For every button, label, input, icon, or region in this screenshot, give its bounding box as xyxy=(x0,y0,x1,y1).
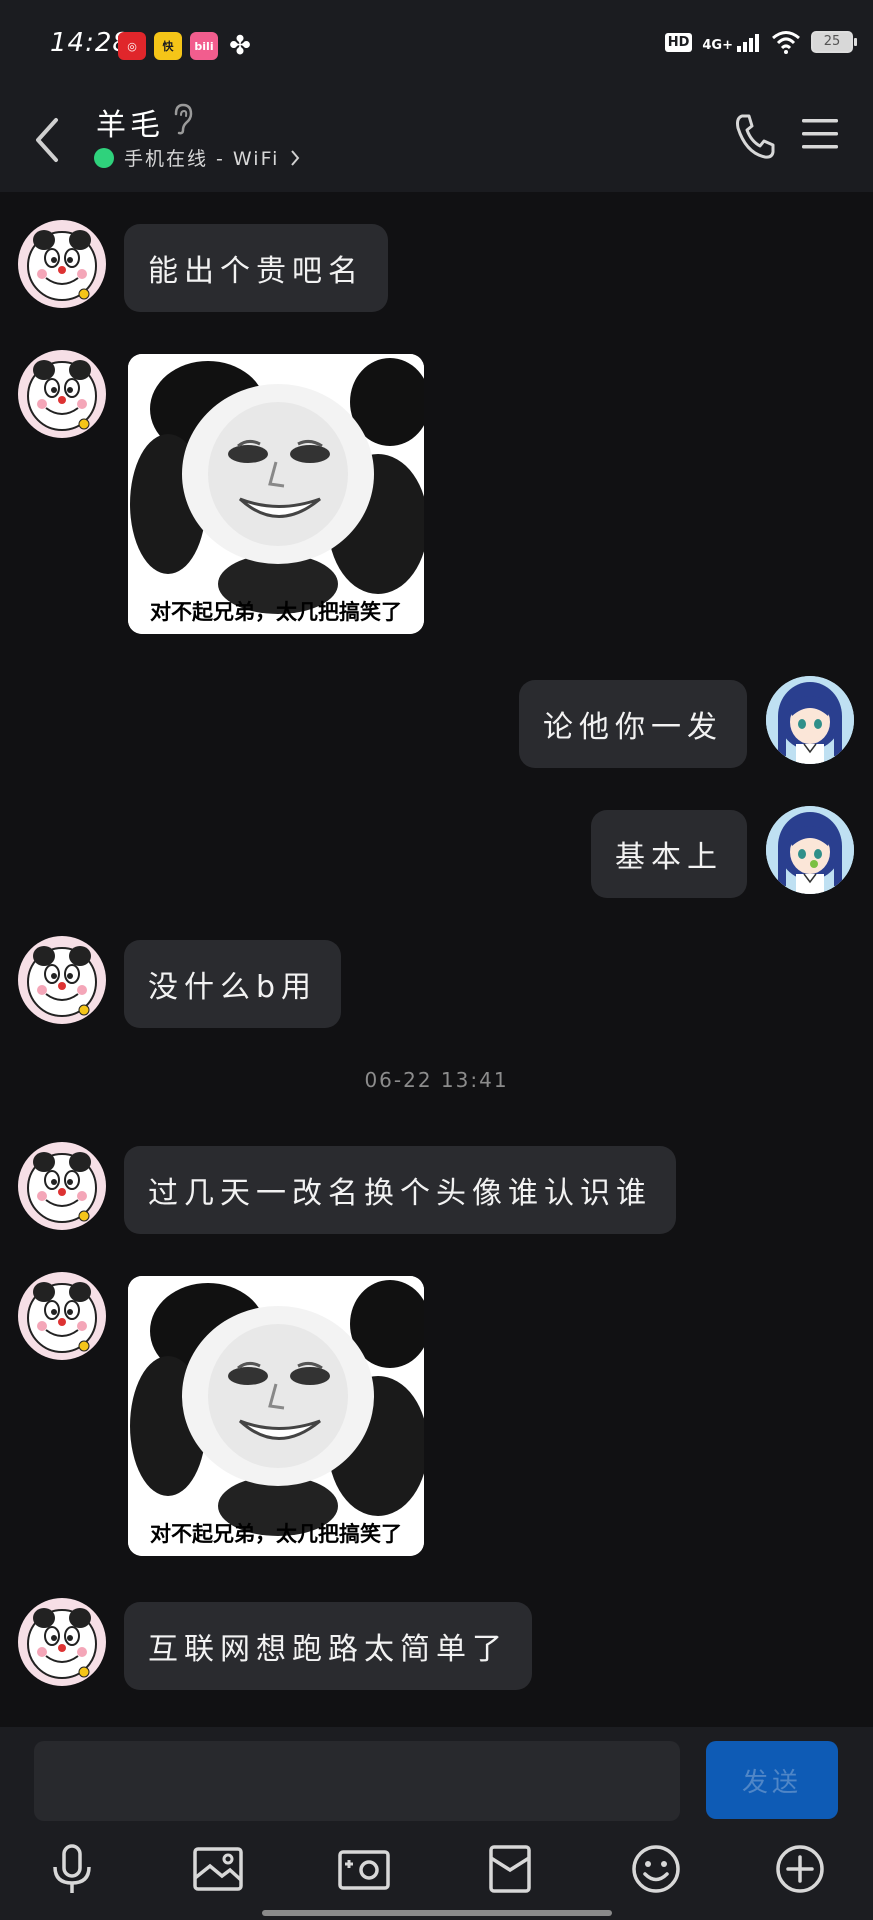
sticker-message[interactable]: 对不起兄弟，太几把搞笑了 xyxy=(128,1276,424,1556)
doraemon-panda-avatar-icon xyxy=(27,1152,97,1223)
pinwheel-app-icon: ✤ xyxy=(226,31,254,61)
message-bubble-incoming[interactable]: 没什么b用 xyxy=(124,940,342,1028)
doraemon-panda-avatar-icon xyxy=(27,1282,97,1353)
contact-avatar[interactable] xyxy=(18,1142,106,1230)
wifi-icon xyxy=(772,31,800,54)
message-bubble-incoming[interactable]: 能出个贵吧名 xyxy=(124,224,388,312)
camera-button[interactable] xyxy=(334,1839,394,1899)
sticker-caption: 对不起兄弟，太几把搞笑了 xyxy=(150,1522,402,1546)
microphone-icon xyxy=(53,1844,91,1893)
contact-name[interactable]: 羊毛 xyxy=(96,100,164,144)
message-bubble-incoming[interactable]: 过几天一改名换个头像谁认识谁 xyxy=(124,1146,676,1234)
contact-avatar[interactable] xyxy=(18,350,106,438)
status-indicators: HD 4G+ 25 xyxy=(664,30,857,54)
hamburger-menu-icon xyxy=(802,119,838,149)
image-icon xyxy=(193,1847,243,1891)
call-button[interactable] xyxy=(732,112,776,164)
emoji-button[interactable] xyxy=(626,1839,686,1899)
netease-music-icon: ◎ xyxy=(118,32,146,60)
message-bubble-outgoing[interactable]: 论他你一发 xyxy=(519,680,747,768)
chat-header: 羊毛 手机在线 - WiFi xyxy=(0,92,873,192)
panda-meme-sticker-image xyxy=(128,1276,424,1556)
kuaishou-icon: 快 xyxy=(154,32,182,60)
red-packet-icon xyxy=(489,1845,531,1893)
input-toolbar xyxy=(0,1825,873,1920)
contact-avatar[interactable] xyxy=(18,1272,106,1360)
input-bar: 发送 xyxy=(0,1727,873,1825)
plus-icon xyxy=(776,1845,824,1893)
phone-icon xyxy=(736,114,775,159)
network-type: 4G+ xyxy=(702,38,733,53)
emoji-icon xyxy=(632,1845,680,1893)
more-button[interactable] xyxy=(770,1839,830,1899)
send-button[interactable]: 发送 xyxy=(706,1741,838,1819)
doraemon-panda-avatar-icon xyxy=(27,946,97,1017)
home-indicator[interactable] xyxy=(262,1910,612,1916)
red-packet-button[interactable] xyxy=(480,1839,540,1899)
online-status-row[interactable]: 手机在线 - WiFi xyxy=(94,144,301,171)
doraemon-panda-avatar-icon xyxy=(27,230,97,301)
hd-badge: HD xyxy=(664,32,693,52)
message-timestamp: 06-22 13:41 xyxy=(364,1068,509,1092)
chevron-right-icon xyxy=(291,149,300,166)
doraemon-panda-avatar-icon xyxy=(27,1608,97,1679)
my-avatar[interactable] xyxy=(766,806,854,894)
menu-button[interactable] xyxy=(800,116,840,156)
gallery-button[interactable] xyxy=(188,1839,248,1899)
message-bubble-incoming[interactable]: 互联网想跑路太简单了 xyxy=(124,1602,532,1690)
bilibili-icon: bili xyxy=(190,32,218,60)
online-indicator xyxy=(94,147,114,168)
chevron-left-icon xyxy=(36,118,58,162)
message-input[interactable] xyxy=(34,1741,680,1821)
anime-girl-avatar-icon xyxy=(766,676,854,764)
contact-avatar[interactable] xyxy=(18,1598,106,1686)
contact-avatar[interactable] xyxy=(18,220,106,308)
signal-icon: 4G+ xyxy=(702,32,761,52)
panda-meme-sticker-image xyxy=(128,354,424,634)
my-avatar[interactable] xyxy=(766,676,854,764)
status-app-icons: ◎ 快 bili ✤ xyxy=(118,31,254,61)
battery-icon: 25 xyxy=(811,31,857,53)
camera-icon xyxy=(338,1850,390,1890)
online-status-text: 手机在线 - WiFi xyxy=(124,148,280,170)
anime-girl-avatar-icon xyxy=(766,806,854,894)
voice-button[interactable] xyxy=(42,1839,102,1899)
message-bubble-outgoing[interactable]: 基本上 xyxy=(591,810,747,898)
message-list[interactable]: 能出个贵吧名 对不起兄弟，太几把搞笑了 论他你一发 基本上 没什么b用 06-2… xyxy=(0,192,873,1727)
ear-icon xyxy=(174,103,193,135)
doraemon-panda-avatar-icon xyxy=(27,360,97,431)
contact-avatar[interactable] xyxy=(18,936,106,1024)
sticker-caption: 对不起兄弟，太几把搞笑了 xyxy=(150,600,402,624)
sticker-message[interactable]: 对不起兄弟，太几把搞笑了 xyxy=(128,354,424,634)
back-button[interactable] xyxy=(22,110,72,170)
status-bar: 14:28 ◎ 快 bili ✤ HD 4G+ 25 xyxy=(0,0,873,92)
